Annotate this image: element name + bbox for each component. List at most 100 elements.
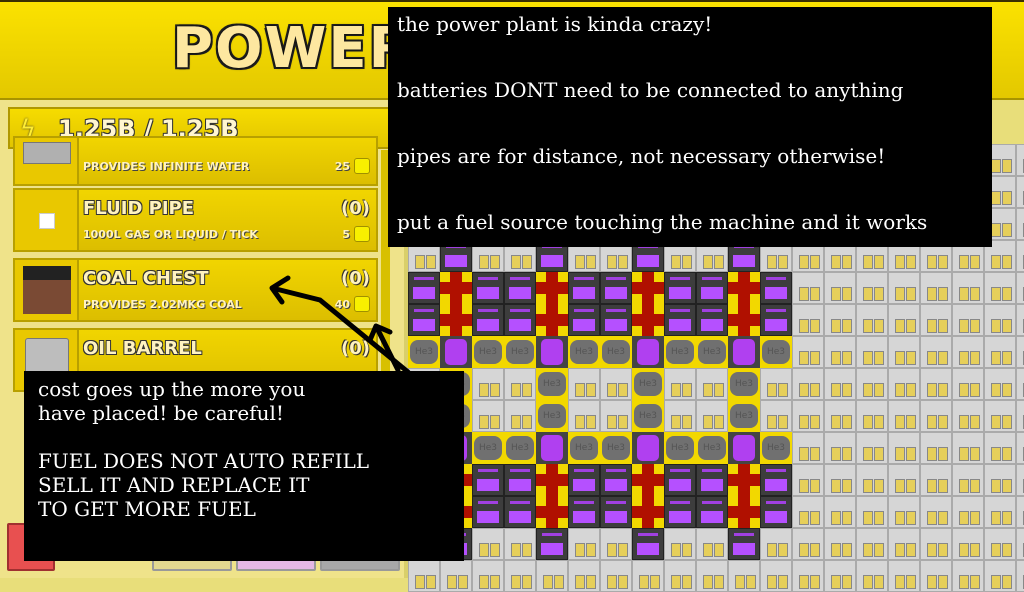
battery-tile[interactable] — [472, 560, 504, 592]
battery-tile[interactable] — [1016, 496, 1024, 528]
generator-tile[interactable] — [600, 464, 632, 496]
pipe-junction-tile[interactable] — [632, 464, 664, 496]
battery-tile[interactable] — [856, 464, 888, 496]
generator-tile[interactable] — [408, 304, 440, 336]
battery-tile[interactable] — [920, 336, 952, 368]
battery-tile[interactable] — [952, 400, 984, 432]
battery-tile[interactable] — [984, 272, 1016, 304]
battery-tile[interactable] — [824, 464, 856, 496]
battery-tile[interactable] — [856, 368, 888, 400]
battery-tile[interactable] — [696, 528, 728, 560]
battery-tile[interactable] — [664, 528, 696, 560]
battery-tile[interactable] — [632, 560, 664, 592]
pipe-junction-tile[interactable] — [728, 464, 760, 496]
he3-tank-tile[interactable] — [504, 432, 536, 464]
battery-tile[interactable] — [888, 528, 920, 560]
generator-tile[interactable] — [728, 528, 760, 560]
pipe-junction-tile[interactable] — [536, 304, 568, 336]
generator-tile[interactable] — [760, 272, 792, 304]
battery-tile[interactable] — [1016, 208, 1024, 240]
he3-tank-tile[interactable] — [632, 368, 664, 400]
battery-tile[interactable] — [920, 368, 952, 400]
battery-tile[interactable] — [888, 400, 920, 432]
battery-tile[interactable] — [1016, 336, 1024, 368]
battery-tile[interactable] — [600, 528, 632, 560]
battery-tile[interactable] — [920, 528, 952, 560]
battery-tile[interactable] — [952, 368, 984, 400]
generator-tile[interactable] — [568, 272, 600, 304]
he3-tank-tile[interactable] — [600, 432, 632, 464]
battery-tile[interactable] — [952, 304, 984, 336]
shop-item-fluid-pipe[interactable]: FLUID PIPE (0) 1000L GAS OR LIQUID / TIC… — [13, 188, 378, 252]
battery-tile[interactable] — [920, 560, 952, 592]
he3-tank-tile[interactable] — [472, 336, 504, 368]
generator-tile[interactable] — [504, 304, 536, 336]
battery-tile[interactable] — [920, 464, 952, 496]
battery-tile[interactable] — [824, 272, 856, 304]
battery-tile[interactable] — [920, 432, 952, 464]
he3-tank-tile[interactable] — [536, 400, 568, 432]
battery-tile[interactable] — [984, 304, 1016, 336]
pipe-junction-tile[interactable] — [632, 272, 664, 304]
battery-tile[interactable] — [952, 528, 984, 560]
pipe-junction-tile[interactable] — [536, 464, 568, 496]
battery-tile[interactable] — [792, 368, 824, 400]
fuel-cell-tile[interactable] — [728, 336, 760, 368]
battery-tile[interactable] — [824, 432, 856, 464]
battery-tile[interactable] — [1016, 464, 1024, 496]
battery-tile[interactable] — [856, 400, 888, 432]
generator-tile[interactable] — [600, 272, 632, 304]
generator-tile[interactable] — [696, 272, 728, 304]
he3-tank-tile[interactable] — [728, 368, 760, 400]
battery-tile[interactable] — [984, 432, 1016, 464]
battery-tile[interactable] — [824, 560, 856, 592]
generator-tile[interactable] — [696, 464, 728, 496]
generator-tile[interactable] — [472, 496, 504, 528]
he3-tank-tile[interactable] — [696, 432, 728, 464]
battery-tile[interactable] — [920, 304, 952, 336]
battery-tile[interactable] — [888, 304, 920, 336]
he3-tank-tile[interactable] — [696, 336, 728, 368]
generator-tile[interactable] — [568, 304, 600, 336]
generator-tile[interactable] — [664, 272, 696, 304]
battery-tile[interactable] — [856, 496, 888, 528]
battery-tile[interactable] — [888, 336, 920, 368]
battery-tile[interactable] — [1016, 368, 1024, 400]
generator-tile[interactable] — [664, 304, 696, 336]
battery-tile[interactable] — [952, 432, 984, 464]
pipe-junction-tile[interactable] — [728, 272, 760, 304]
battery-tile[interactable] — [792, 432, 824, 464]
battery-tile[interactable] — [504, 560, 536, 592]
generator-tile[interactable] — [568, 464, 600, 496]
he3-tank-tile[interactable] — [600, 336, 632, 368]
generator-tile[interactable] — [472, 272, 504, 304]
fuel-cell-tile[interactable] — [632, 432, 664, 464]
battery-tile[interactable] — [440, 560, 472, 592]
battery-tile[interactable] — [856, 336, 888, 368]
battery-tile[interactable] — [792, 336, 824, 368]
fuel-cell-tile[interactable] — [536, 432, 568, 464]
battery-tile[interactable] — [984, 560, 1016, 592]
generator-tile[interactable] — [600, 496, 632, 528]
battery-tile[interactable] — [504, 528, 536, 560]
generator-tile[interactable] — [408, 272, 440, 304]
battery-tile[interactable] — [600, 560, 632, 592]
battery-tile[interactable] — [952, 560, 984, 592]
he3-tank-tile[interactable] — [664, 432, 696, 464]
battery-tile[interactable] — [568, 528, 600, 560]
battery-tile[interactable] — [824, 528, 856, 560]
battery-tile[interactable] — [1016, 432, 1024, 464]
battery-tile[interactable] — [1016, 400, 1024, 432]
battery-tile[interactable] — [472, 368, 504, 400]
battery-tile[interactable] — [888, 368, 920, 400]
battery-tile[interactable] — [984, 496, 1016, 528]
battery-tile[interactable] — [760, 368, 792, 400]
generator-tile[interactable] — [664, 496, 696, 528]
battery-tile[interactable] — [568, 368, 600, 400]
battery-tile[interactable] — [792, 528, 824, 560]
battery-tile[interactable] — [696, 400, 728, 432]
battery-tile[interactable] — [1016, 272, 1024, 304]
battery-tile[interactable] — [952, 464, 984, 496]
battery-tile[interactable] — [920, 496, 952, 528]
generator-tile[interactable] — [632, 528, 664, 560]
